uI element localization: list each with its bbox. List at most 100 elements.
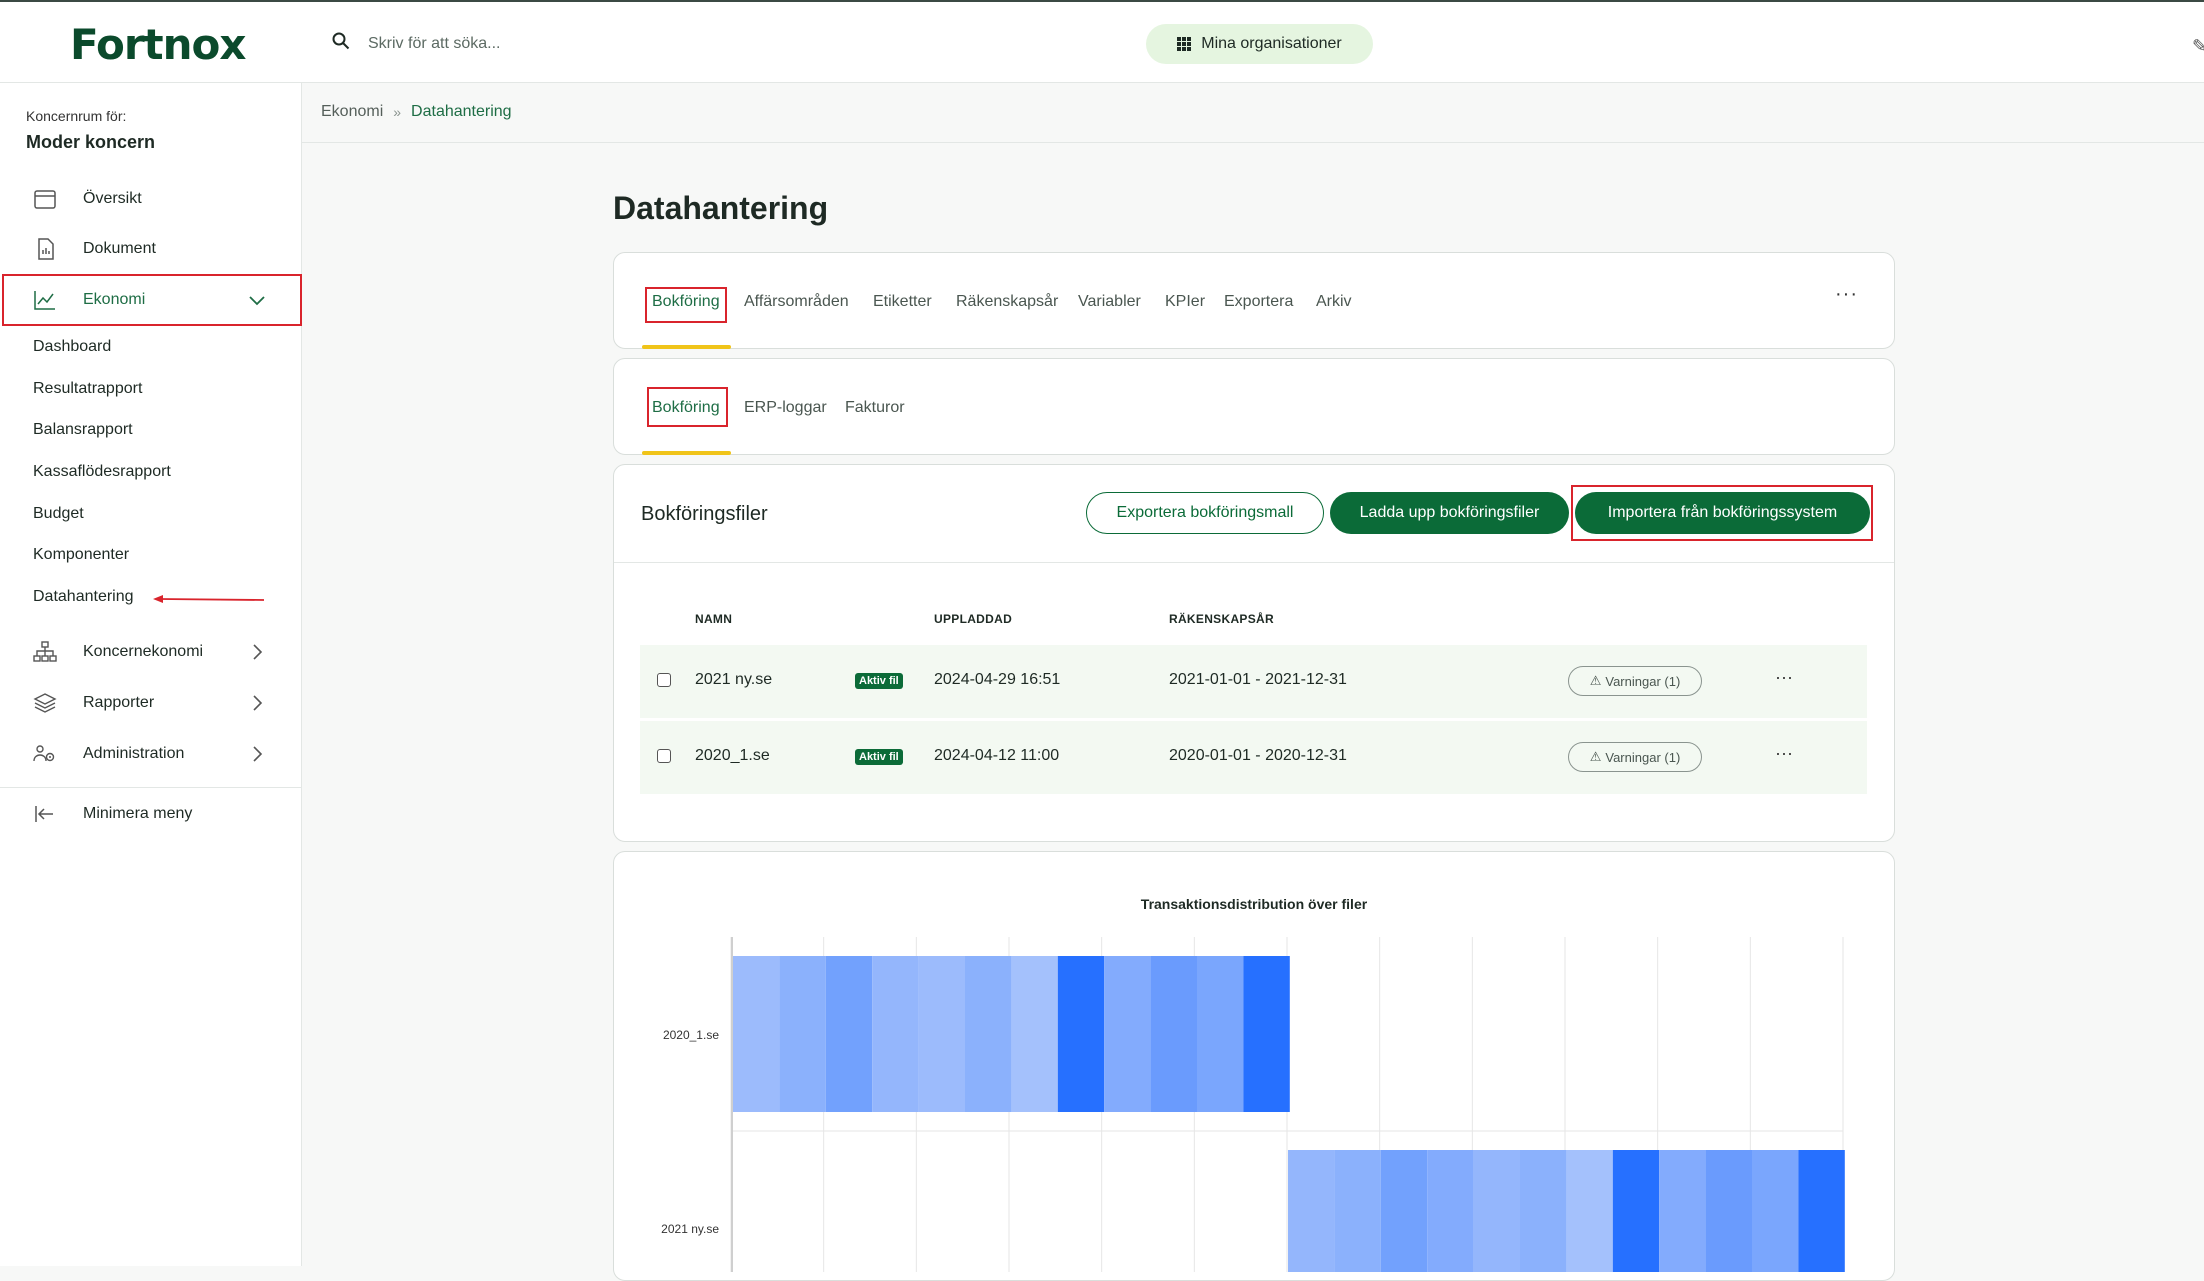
breadcrumb-separator: » — [393, 104, 402, 120]
sidebar-item-label: Koncernekonomi — [83, 643, 204, 660]
tab-arkiv[interactable]: Arkiv — [1316, 293, 1352, 311]
subtab-fakturor[interactable]: Fakturor — [845, 399, 905, 417]
users-gear-icon — [33, 745, 55, 762]
y-tick-label: 2020_1.se — [663, 1028, 719, 1042]
heatmap-cell[interactable] — [872, 956, 919, 1112]
sidebar-item-label: Ekonomi — [83, 291, 146, 308]
warning-icon: ⚠ — [1589, 673, 1602, 688]
chevron-down-icon — [249, 296, 265, 306]
heatmap-cell[interactable] — [1057, 956, 1105, 1112]
sidebar-item-ekonomi[interactable]: Ekonomi — [0, 277, 302, 323]
row-more-icon[interactable]: ··· — [1775, 743, 1793, 764]
tab-etiketter[interactable]: Etiketter — [873, 293, 932, 311]
heatmap-cell[interactable] — [1612, 1150, 1660, 1272]
sidebar-item-label: Dokument — [83, 240, 156, 257]
subtab-bokforing[interactable]: Bokföring — [652, 399, 720, 417]
heatmap-cell[interactable] — [1334, 1150, 1381, 1272]
subtab-erp-loggar[interactable]: ERP-loggar — [744, 399, 827, 417]
heatmap-cell[interactable] — [1705, 1150, 1752, 1272]
heatmap-cell[interactable] — [779, 956, 826, 1112]
breadcrumb-divider — [302, 142, 2204, 143]
heatmap-cell[interactable] — [1473, 1150, 1520, 1272]
sidebar-subitem-dashboard[interactable]: Dashboard — [33, 338, 111, 356]
row-more-icon[interactable]: ··· — [1775, 667, 1793, 688]
files-card: Bokföringsfiler Exportera bokföringsmall… — [613, 464, 1895, 842]
active-tab-indicator — [642, 451, 731, 455]
column-header-uploaded: UPPLADDAD — [934, 612, 1013, 626]
sidebar-item-koncernekonomi[interactable]: Koncernekonomi — [0, 629, 302, 675]
column-header-name: NAMN — [695, 612, 733, 626]
tab-affarsomraden[interactable]: Affärsområden — [744, 293, 849, 311]
heatmap-cell[interactable] — [1150, 956, 1197, 1112]
tab-bokforing[interactable]: Bokföring — [652, 293, 720, 311]
heatmap-cell[interactable] — [733, 956, 780, 1112]
tab-exportera[interactable]: Exportera — [1224, 293, 1293, 311]
sidebar-subitem-balansrapport[interactable]: Balansrapport — [33, 421, 133, 439]
tab-kpier[interactable]: KPIer — [1165, 293, 1205, 311]
heatmap-cell[interactable] — [918, 956, 965, 1112]
more-options-icon[interactable]: ··· — [1835, 283, 1858, 306]
file-name[interactable]: 2021 ny.se — [695, 671, 772, 689]
breadcrumb-current: Datahantering — [411, 103, 512, 120]
active-tab-indicator — [642, 345, 731, 349]
chevron-right-icon — [253, 746, 263, 762]
heatmap-cell[interactable] — [1197, 956, 1244, 1112]
sidebar-item-label: Rapporter — [83, 694, 155, 711]
fiscal-year: 2020-01-01 - 2020-12-31 — [1169, 747, 1347, 764]
chevron-right-icon — [253, 644, 263, 660]
heatmap-cell[interactable] — [965, 956, 1012, 1112]
heatmap-cell[interactable] — [1243, 956, 1290, 1112]
heatmap-cell[interactable] — [1380, 1150, 1428, 1272]
grid-icon — [1177, 37, 1192, 51]
page-title: Datahantering — [613, 190, 829, 226]
heatmap-cell[interactable] — [1659, 1150, 1706, 1272]
minimize-menu-button[interactable]: Minimera meny — [0, 791, 302, 837]
search-input[interactable] — [366, 30, 790, 58]
calendar-icon — [34, 190, 56, 209]
heatmap-cell[interactable] — [1104, 956, 1151, 1112]
y-tick-label: 2021 ny.se — [661, 1222, 719, 1236]
collapse-left-icon — [35, 806, 53, 822]
breadcrumb: Ekonomi » Datahantering — [321, 103, 512, 121]
row-checkbox[interactable] — [657, 673, 671, 687]
files-title: Bokföringsfiler — [641, 503, 768, 525]
warnings-button[interactable]: ⚠ Varningar (1) — [1568, 742, 1702, 772]
sidebar-subitem-resultatrapport[interactable]: Resultatrapport — [33, 380, 142, 398]
sidebar-item-administration[interactable]: Administration — [0, 731, 302, 777]
breadcrumb-ekonomi[interactable]: Ekonomi — [321, 103, 383, 121]
sidebar-item-label: Administration — [83, 745, 185, 762]
sidebar-item-dokument[interactable]: Dokument — [0, 226, 302, 272]
tab-rakenskapsar[interactable]: Räkenskapsår — [956, 293, 1058, 311]
sidebar-item-label: Översikt — [83, 190, 142, 207]
chart-line-icon — [34, 291, 55, 310]
import-from-system-button[interactable]: Importera från bokföringssystem — [1575, 492, 1870, 534]
row-checkbox[interactable] — [657, 749, 671, 763]
chart-card: Transaktionsdistribution över filer 2020… — [613, 851, 1895, 1281]
sidebar-subitem-datahantering[interactable]: Datahantering — [33, 588, 134, 606]
heatmap-cell[interactable] — [1520, 1150, 1567, 1272]
sidebar-subitem-komponenter[interactable]: Komponenter — [33, 546, 129, 564]
sidebar-item-rapporter[interactable]: Rapporter — [0, 680, 302, 726]
my-organisations-button[interactable]: Mina organisationer — [1146, 24, 1373, 64]
upload-files-button[interactable]: Ladda upp bokföringsfiler — [1330, 492, 1569, 534]
warnings-button[interactable]: ⚠ Varningar (1) — [1568, 666, 1702, 696]
file-name[interactable]: 2020_1.se — [695, 747, 770, 765]
group-room-label: Koncernrum för: — [26, 108, 127, 124]
search-icon — [332, 32, 350, 50]
sidebar-subitem-budget[interactable]: Budget — [33, 505, 84, 523]
annotation-arrow — [153, 595, 265, 603]
fortnox-logo[interactable]: Fortnox — [70, 20, 246, 69]
sidebar-item-oversikt[interactable]: Översikt — [0, 176, 302, 222]
tab-variabler[interactable]: Variabler — [1078, 293, 1141, 311]
heatmap-cell[interactable] — [1288, 1150, 1335, 1272]
sidebar-subitem-kassaflodesrapport[interactable]: Kassaflödesrapport — [33, 463, 171, 481]
export-template-button[interactable]: Exportera bokföringsmall — [1086, 492, 1324, 534]
heatmap-cell[interactable] — [1011, 956, 1058, 1112]
heatmap-cell[interactable] — [1752, 1150, 1799, 1272]
heatmap-cell[interactable] — [825, 956, 873, 1112]
uploaded-date: 2024-04-12 11:00 — [934, 747, 1060, 764]
heatmap-cell[interactable] — [1798, 1150, 1845, 1272]
pen-icon[interactable]: ✎ — [2192, 36, 2204, 57]
heatmap-cell[interactable] — [1566, 1150, 1613, 1272]
heatmap-cell[interactable] — [1427, 1150, 1474, 1272]
